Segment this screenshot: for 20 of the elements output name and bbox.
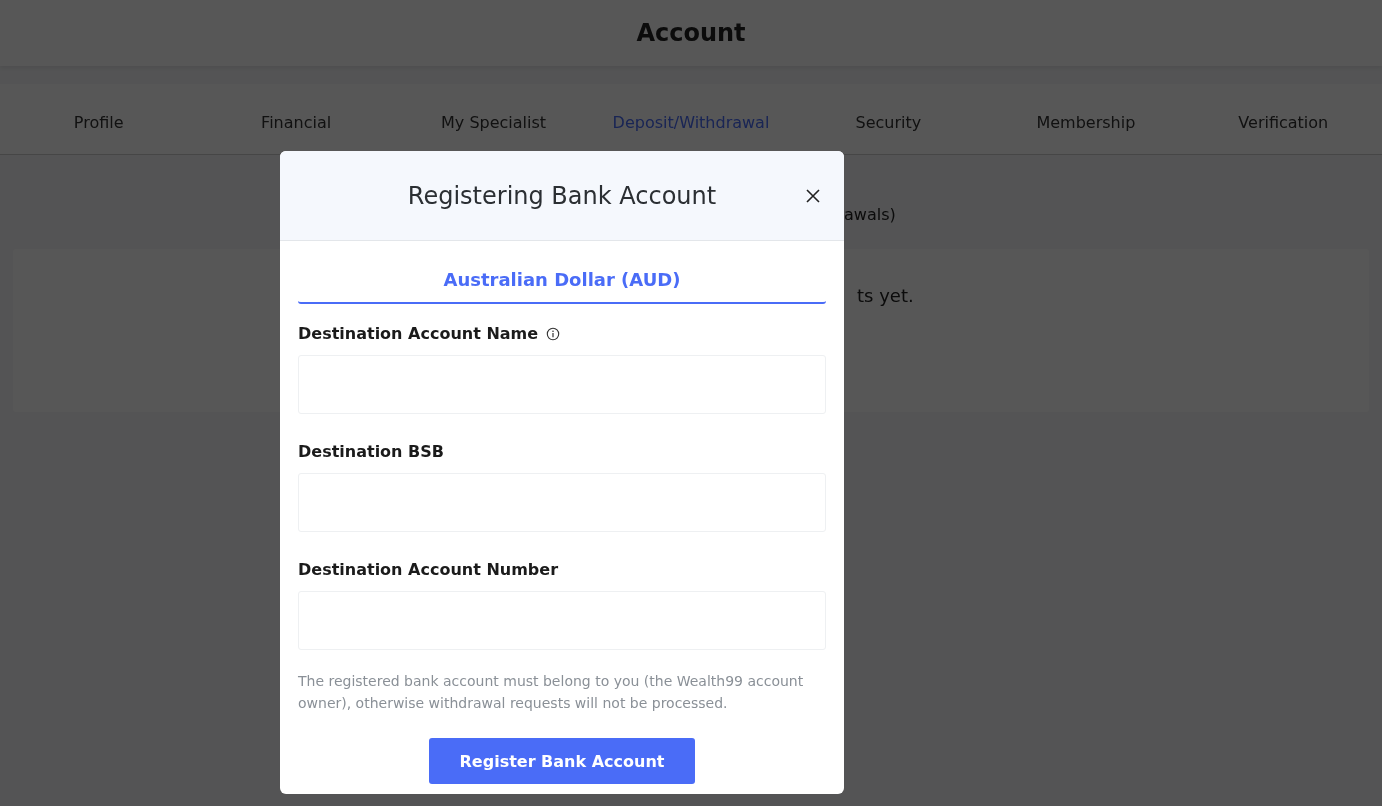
note-text: The registered bank account must belong to you (the Wealth99 account owner), otherwise withdrawal requests will not be processed. [298, 672, 805, 713]
account-tab[interactable]: Financial [197, 84, 395, 154]
close-button[interactable] [804, 187, 822, 205]
field-label: Destination Account Number [298, 560, 559, 579]
page-title: Account [636, 19, 746, 47]
account-tab[interactable]: My Specialist [394, 84, 593, 154]
field-label: Destination Account Name [298, 324, 539, 343]
account-tab[interactable]: Profile [0, 84, 198, 154]
modal-title: Registering Bank Account [407, 181, 717, 210]
notice-text: awals) [844, 205, 896, 224]
account-tab[interactable]: Verification [1184, 84, 1382, 154]
field-label: Destination BSB [298, 442, 444, 461]
account-tab[interactable]: Deposit/Withdrawal [592, 84, 790, 154]
account-tab[interactable]: Membership [987, 84, 1185, 154]
currency-tab[interactable]: Australian Dollar (AUD) [298, 269, 826, 304]
close-icon [805, 188, 821, 204]
register-button[interactable]: Register Bank Account [429, 738, 695, 784]
empty-message: ts yet. [857, 285, 914, 306]
account-tab[interactable]: Security [789, 84, 988, 154]
info-icon[interactable] [546, 326, 561, 341]
